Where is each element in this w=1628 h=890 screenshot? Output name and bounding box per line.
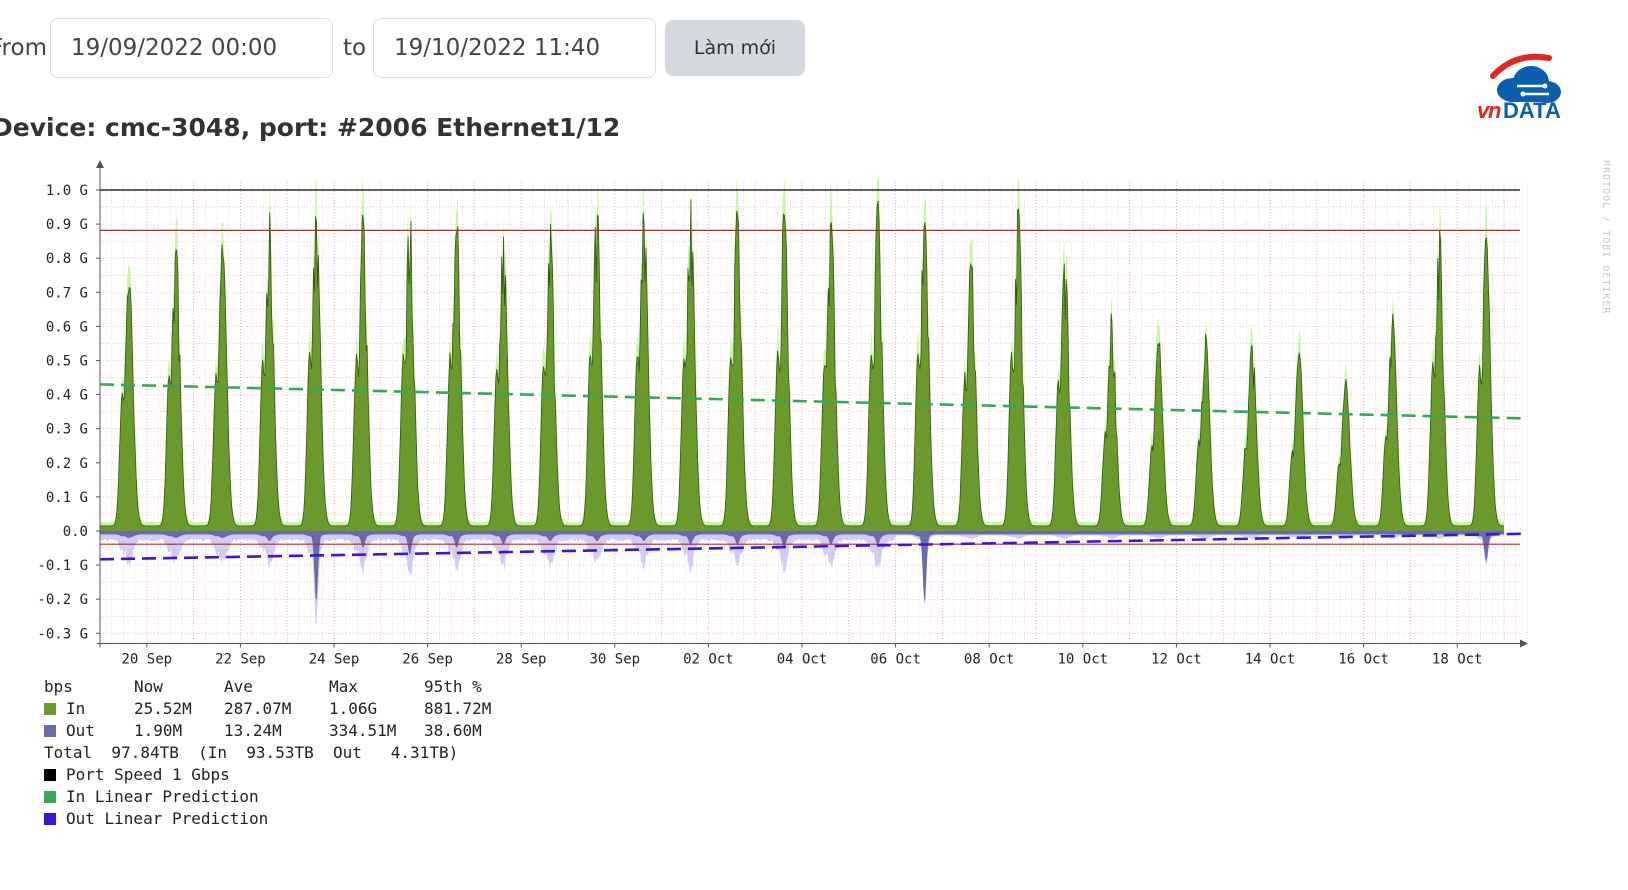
- x-tick-label: 12 Oct: [1151, 652, 1202, 668]
- port-speed-swatch: [44, 769, 56, 781]
- legend-out-now: 1.90M: [134, 721, 183, 740]
- legend-in-pred-label: In Linear Prediction: [66, 787, 259, 806]
- y-tick-label: 0.4 G: [46, 388, 88, 404]
- legend-header-max: Max: [329, 677, 358, 696]
- y-tick-label: 0.9 G: [46, 217, 88, 233]
- x-tick-label: 24 Sep: [309, 652, 360, 668]
- chart-legend: bps Now Ave Max 95th % In 25.52M 287.07M…: [44, 676, 514, 830]
- legend-header-now: Now: [134, 677, 163, 696]
- x-tick-label: 26 Sep: [402, 652, 453, 668]
- y-tick-label: 0.1 G: [46, 490, 88, 506]
- x-tick-label: 18 Oct: [1432, 652, 1483, 668]
- x-tick-label: 30 Sep: [590, 652, 641, 668]
- legend-in-ave: 287.07M: [224, 699, 292, 718]
- svg-text:n: n: [1488, 98, 1501, 123]
- legend-header-unit: bps: [44, 677, 73, 696]
- out-prediction-swatch: [44, 813, 56, 825]
- legend-total: Total 97.84TB (In 93.53TB Out 4.31TB): [44, 743, 459, 762]
- legend-port-speed: Port Speed 1 Gbps: [44, 764, 514, 786]
- legend-out-p95: 38.60M: [424, 721, 482, 740]
- y-tick-label: 0.6 G: [46, 319, 88, 335]
- x-axis-arrow: [1520, 639, 1528, 648]
- legend-out-prediction: Out Linear Prediction: [44, 808, 514, 830]
- to-label: to: [343, 35, 367, 61]
- y-tick-label: 0.8 G: [46, 251, 88, 267]
- vndata-logo: v n DATA: [1477, 53, 1561, 123]
- x-tick-label: 08 Oct: [964, 652, 1015, 668]
- y-tick-label: -0.1 G: [37, 558, 88, 574]
- traffic-chart: 1.0 G 0.9 G 0.8 G 0.7 G 0.6 G 0.5 G 0.4 G 0.3 G…: [37, 160, 1528, 668]
- y-tick-label: 0.2 G: [46, 456, 88, 472]
- x-tick-label: 02 Oct: [683, 652, 734, 668]
- legend-out-ave: 13.24M: [224, 721, 282, 740]
- legend-header-p95: 95th %: [424, 677, 482, 696]
- legend-row-in: In 25.52M 287.07M 1.06G 881.72M: [44, 698, 514, 720]
- x-tick-label: 06 Oct: [870, 652, 921, 668]
- svg-text:DATA: DATA: [1503, 98, 1561, 123]
- y-tick-label: 0.3 G: [46, 422, 88, 438]
- legend-row-out: Out 1.90M 13.24M 334.51M 38.60M: [44, 720, 514, 742]
- y-axis-arrow: [96, 160, 104, 168]
- legend-in-p95: 881.72M: [424, 699, 492, 718]
- x-tick-label: 04 Oct: [777, 652, 828, 668]
- legend-out-max: 334.51M: [329, 721, 397, 740]
- legend-out-pred-label: Out Linear Prediction: [66, 809, 269, 828]
- legend-in-max: 1.06G: [329, 699, 378, 718]
- legend-out-name: Out: [66, 721, 95, 740]
- from-label: From: [0, 35, 47, 61]
- x-tick-label: 22 Sep: [215, 652, 266, 668]
- in-prediction-swatch: [44, 791, 56, 803]
- out-swatch: [44, 725, 56, 737]
- y-tick-label: -0.2 G: [37, 592, 88, 608]
- y-tick-label: 0.0: [63, 524, 88, 540]
- date-filter-bar: From 19/09/2022 00:00 to 19/10/2022 11:4…: [0, 16, 805, 80]
- legend-port-speed-label: Port Speed 1 Gbps: [66, 765, 230, 784]
- legend-in-name: In: [66, 699, 86, 718]
- to-date-input[interactable]: 19/10/2022 11:40: [373, 18, 656, 78]
- legend-header-ave: Ave: [224, 677, 253, 696]
- device-title: Device: cmc-3048, port: #2006 Ethernet1/…: [0, 113, 621, 142]
- x-tick-label: 10 Oct: [1058, 652, 1109, 668]
- y-tick-label: 0.7 G: [46, 285, 88, 301]
- y-tick-label: 0.5 G: [46, 354, 88, 370]
- refresh-button[interactable]: Làm mới: [665, 20, 805, 76]
- x-tick-label: 14 Oct: [1245, 652, 1296, 668]
- legend-in-now: 25.52M: [134, 699, 192, 718]
- y-tick-label: 1.0 G: [46, 183, 88, 199]
- legend-header: bps Now Ave Max 95th %: [44, 676, 514, 698]
- in-swatch: [44, 703, 56, 715]
- rrdtool-watermark: RRDTOOL / TOBI OETIKER: [1600, 160, 1611, 315]
- from-date-input[interactable]: 19/09/2022 00:00: [50, 18, 333, 78]
- y-tick-label: -0.3 G: [37, 626, 88, 642]
- x-tick-label: 28 Sep: [496, 652, 547, 668]
- x-tick-label: 20 Sep: [122, 652, 173, 668]
- x-tick-label: 16 Oct: [1338, 652, 1389, 668]
- legend-in-prediction: In Linear Prediction: [44, 786, 514, 808]
